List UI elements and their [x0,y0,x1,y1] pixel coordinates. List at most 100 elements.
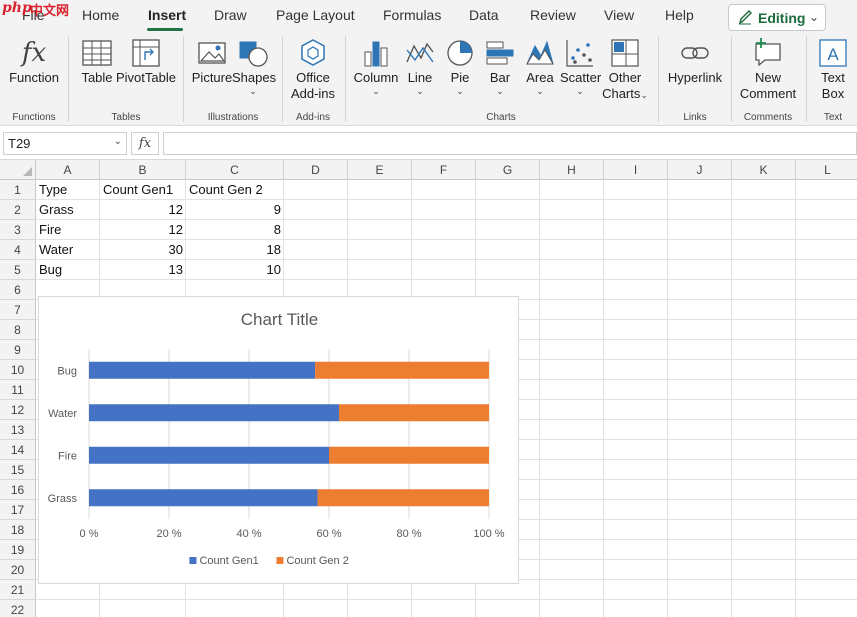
bar-grass-series-2 [317,489,489,507]
row-header-10[interactable]: 10 [0,360,36,380]
row-header-16[interactable]: 16 [0,480,36,500]
bar-label: Bar [489,70,511,85]
ribbon-tabs: File php 中文网 Home Insert Draw Page Layou… [0,0,857,32]
chevron-down-icon: ⌄ [249,86,257,96]
row-header-5[interactable]: 5 [0,260,36,280]
office-addins-button[interactable]: Office Add-ins [289,36,337,102]
pie-chart-button[interactable]: Pie ⌄ [442,36,478,96]
cell-a1[interactable]: Type [36,180,100,200]
name-box[interactable]: T29 ⌄ [3,132,127,155]
row-header-6[interactable]: 6 [0,280,36,300]
text-box-button[interactable]: A Text Box [812,36,854,102]
cell-a3[interactable]: Fire [36,220,100,240]
row-header-14[interactable]: 14 [0,440,36,460]
line-chart-icon [406,42,434,63]
column-header-i[interactable]: I [604,160,668,180]
group-label-addins: Add-ins [296,112,330,123]
column-header-j[interactable]: J [668,160,732,180]
column-header-h[interactable]: H [540,160,604,180]
row-header-21[interactable]: 21 [0,580,36,600]
group-separator [658,36,659,122]
tab-draw[interactable]: Draw [214,7,247,23]
area-chart-button[interactable]: Area ⌄ [522,36,558,96]
cell-a5[interactable]: Bug [36,260,100,280]
hyperlink-button[interactable]: Hyperlink [665,36,725,86]
group-label-tables: Tables [111,112,141,123]
column-header-d[interactable]: D [284,160,348,180]
row-header-19[interactable]: 19 [0,540,36,560]
select-all-corner[interactable] [0,160,36,180]
column-header-a[interactable]: A [36,160,100,180]
tab-help[interactable]: Help [665,7,694,23]
function-icon: fx [21,38,47,68]
x-tick-label: 80 % [396,528,421,540]
cell-c2[interactable]: 9 [186,200,284,220]
row-header-2[interactable]: 2 [0,200,36,220]
row-header-3[interactable]: 3 [0,220,36,240]
tab-formulas[interactable]: Formulas [383,7,441,23]
row-header-13[interactable]: 13 [0,420,36,440]
cell-b5[interactable]: 13 [100,260,186,280]
chart-object[interactable]: Chart Title 0 % 20 % 40 % 60 % 80 % 100 % Grass… [38,296,519,584]
cell-a2[interactable]: Grass [36,200,100,220]
function-button[interactable]: fx Function [6,36,62,86]
tab-home[interactable]: Home [82,7,119,23]
row-header-11[interactable]: 11 [0,380,36,400]
insert-function-button[interactable]: fx [131,132,159,155]
column-chart-button[interactable]: Column ⌄ [352,36,400,96]
line-chart-button[interactable]: Line ⌄ [402,36,438,96]
row-header-15[interactable]: 15 [0,460,36,480]
row-header-7[interactable]: 7 [0,300,36,320]
scatter-chart-icon [566,40,593,67]
row-header-9[interactable]: 9 [0,340,36,360]
cell-b1[interactable]: Count Gen1 [100,180,186,200]
table-button[interactable]: Table [80,36,114,86]
row-header-17[interactable]: 17 [0,500,36,520]
column-header-g[interactable]: G [476,160,540,180]
pivottable-button[interactable]: PivotTable [116,36,176,86]
spreadsheet-grid[interactable]: A B C D E F G H I J K L 1 2 3 4 5 6 7 8 9 10 11 12 13 14 15 16 17 18 1… [0,160,857,617]
cell-c4[interactable]: 18 [186,240,284,260]
other-charts-button[interactable]: Other Charts⌄ [602,36,648,102]
formula-input[interactable] [163,132,857,155]
row-header-8[interactable]: 8 [0,320,36,340]
column-gridline [667,180,668,617]
chevron-down-icon[interactable]: ⌄ [114,136,122,147]
row-header-4[interactable]: 4 [0,240,36,260]
row-header-1[interactable]: 1 [0,180,36,200]
tab-review[interactable]: Review [530,7,576,23]
cell-c1[interactable]: Count Gen 2 [186,180,284,200]
cell-a4[interactable]: Water [36,240,100,260]
svg-text:A: A [827,45,839,64]
column-header-c[interactable]: C [186,160,284,180]
tab-data[interactable]: Data [469,7,499,23]
editing-mode-button[interactable]: Editing ⌄ [728,4,826,31]
column-header-l[interactable]: L [796,160,857,180]
column-header-b[interactable]: B [100,160,186,180]
cell-b3[interactable]: 12 [100,220,186,240]
shapes-button[interactable]: Shapes ⌄ [232,36,276,96]
pivottable-label: PivotTable [116,70,176,85]
row-header-20[interactable]: 20 [0,560,36,580]
x-tick-label: 20 % [156,528,181,540]
bar-chart-button[interactable]: Bar ⌄ [482,36,518,96]
new-comment-button[interactable]: New Comment [736,36,800,102]
tab-page-layout[interactable]: Page Layout [276,7,355,23]
column-header-f[interactable]: F [412,160,476,180]
cell-c3[interactable]: 8 [186,220,284,240]
row-header-12[interactable]: 12 [0,400,36,420]
tab-view[interactable]: View [604,7,634,23]
picture-button[interactable]: Picture [190,36,234,86]
tab-insert[interactable]: Insert [148,7,186,23]
row-header-22[interactable]: 22 [0,600,36,617]
row-header-18[interactable]: 18 [0,520,36,540]
column-header-k[interactable]: K [732,160,796,180]
scatter-chart-button[interactable]: Scatter ⌄ [560,36,601,96]
cell-b2[interactable]: 12 [100,200,186,220]
column-header-e[interactable]: E [348,160,412,180]
legend-swatch [276,557,284,564]
other-charts-icon [611,39,639,67]
row-gridline [36,599,857,600]
cell-c5[interactable]: 10 [186,260,284,280]
cell-b4[interactable]: 30 [100,240,186,260]
